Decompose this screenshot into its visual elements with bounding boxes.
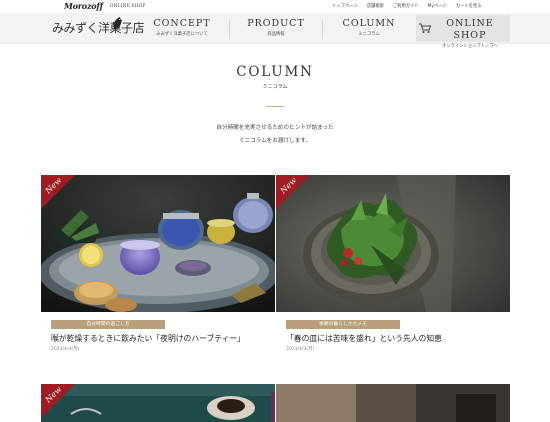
utility-links: トップページ 店舗検索 ご利用ガイド Myページ カートを見る <box>332 3 482 9</box>
intro-line: 自分時間を充実させるためのヒントが詰まった <box>216 125 334 131</box>
page-title: COLUMN <box>236 64 314 80</box>
intro-line: ミニコラムをお届けします。 <box>239 138 311 144</box>
new-badge-label: New <box>43 384 64 405</box>
card-image-herbal-tea[interactable]: New <box>41 175 275 312</box>
nav-product[interactable]: PRODUCT 商品情報 <box>240 16 312 42</box>
card-title[interactable]: 「春の皿には苦味を盛れ」という先人の知恵 <box>286 333 510 344</box>
category-tag[interactable]: 自分時間の過ごし方 <box>51 320 165 329</box>
util-link-store-search[interactable]: 店舗検索 <box>367 3 384 9</box>
nav-divider <box>229 19 230 39</box>
util-link-top[interactable]: トップページ <box>332 3 358 9</box>
new-badge: New <box>41 175 75 209</box>
new-badge: New <box>41 384 75 418</box>
util-link-guide[interactable]: ご利用ガイド <box>393 3 419 9</box>
nav-product-sublabel: 商品情報 <box>267 32 285 37</box>
main-nav: みみずく洋菓子店 CONCEPT みみずく洋菓子店について PRODUCT 商品… <box>0 13 550 49</box>
nav-online-shop-label: ONLINE SHOP <box>446 18 494 41</box>
nav-concept[interactable]: CONCEPT みみずく洋菓子店について <box>146 16 218 42</box>
column-card[interactable]: New <box>41 384 275 422</box>
new-badge-label: New <box>278 175 299 196</box>
nav-product-label: PRODUCT <box>247 18 305 29</box>
page-intro: 自分時間を充実させるためのヒントが詰まった ミニコラムをお届けします。 <box>0 122 550 148</box>
util-link-mypage[interactable]: Myページ <box>428 3 447 9</box>
card-image-spring-greens[interactable]: New <box>276 175 510 312</box>
site-logo[interactable]: みみずく洋菓子店 <box>52 19 145 36</box>
util-link-cart[interactable]: カートを見る <box>456 3 482 9</box>
coffee-photo <box>41 384 275 422</box>
nav-concept-label: CONCEPT <box>153 18 211 29</box>
nav-divider <box>322 19 323 39</box>
card-date: 2023/4/3(月) <box>286 347 315 352</box>
nav-column-sublabel: ミニコラム <box>358 32 380 37</box>
new-badge: New <box>276 175 310 209</box>
card-title[interactable]: 喉が乾燥するときに飲みたい「夜明けのハーブティー」 <box>51 333 275 344</box>
nav-concept-sublabel: みみずく洋菓子店について <box>156 32 208 37</box>
top-bar: Morozoff ONLINE SHOP トップページ 店舗検索 ご利用ガイド … <box>0 0 550 12</box>
card-date: 2023/4/3(月) <box>51 347 80 352</box>
title-divider <box>266 106 284 107</box>
brand-logo[interactable]: Morozoff <box>64 1 103 11</box>
new-badge-label: New <box>43 175 64 196</box>
dark-photo <box>276 384 510 422</box>
page-subtitle: ミニコラム <box>262 84 288 90</box>
nav-column[interactable]: COLUMN ミニコラム <box>334 16 404 42</box>
herbal-tea-photo <box>41 175 275 312</box>
column-card[interactable] <box>276 384 510 422</box>
nav-column-label: COLUMN <box>342 18 396 29</box>
owl-icon <box>113 17 122 29</box>
spring-greens-photo <box>276 175 510 312</box>
category-tag[interactable]: 季節の暮らしかたメモ <box>286 320 400 329</box>
brand-subtitle: ONLINE SHOP <box>110 3 146 8</box>
nav-online-shop-text[interactable]: ONLINE SHOP オンラインショップトップへ <box>430 16 510 49</box>
nav-online-shop-sublabel: オンラインショップトップへ <box>442 44 498 49</box>
